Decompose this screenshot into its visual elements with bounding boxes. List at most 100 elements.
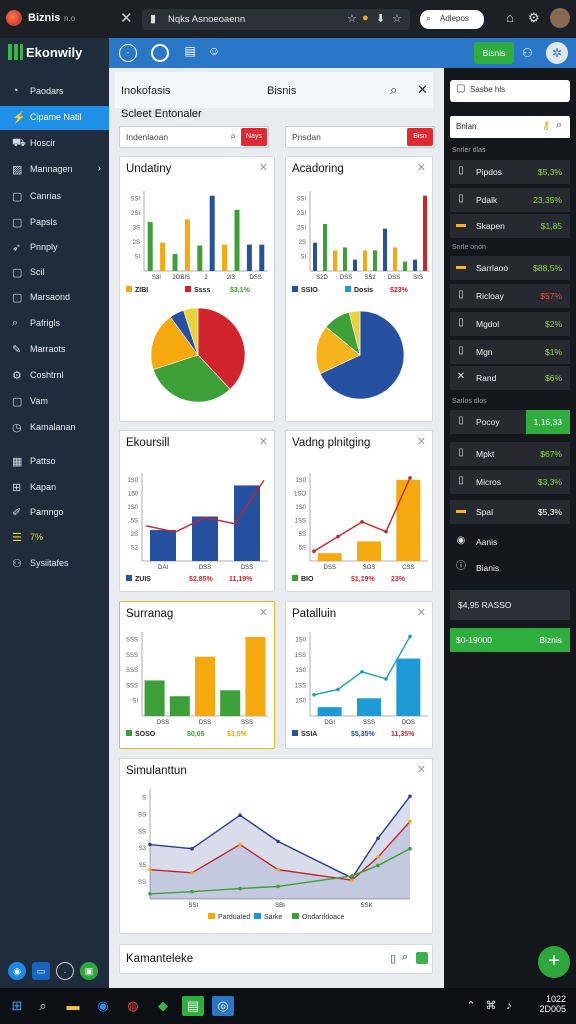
sidebar-item-15[interactable]: ⊞ Kapan [0, 476, 109, 500]
circle-icon[interactable]: · [56, 962, 74, 980]
side-list-item[interactable]: ▯ Micros $3,3% [450, 470, 570, 494]
search-icon[interactable]: ⌕ [32, 996, 54, 1016]
volume-icon[interactable]: ♪ [498, 996, 520, 1016]
globe-icon[interactable]: ◉ [8, 962, 26, 980]
sidebar-item-9[interactable]: ⌕ Pafrigls [0, 312, 109, 336]
avatar[interactable] [550, 8, 570, 28]
sidebar-item-4[interactable]: ▢ Canrias [0, 185, 109, 209]
sidebar-item-3[interactable]: ▨ Mannagen › [0, 158, 109, 182]
sidebar-item-14[interactable]: ▦ Pattso [0, 450, 109, 474]
settings-icon[interactable]: ⚙ [528, 10, 540, 26]
browser-icon[interactable]: ◎ [212, 996, 234, 1016]
user-icon[interactable]: ☺ [205, 44, 223, 62]
search-icon[interactable]: ⌕ [402, 951, 408, 964]
list-icon: ▯ [458, 165, 464, 176]
record-icon[interactable] [151, 44, 169, 62]
summary-button[interactable]: $0-19000 Biznis [450, 628, 570, 652]
side-list-item[interactable]: ▬ Spal $5,3% [450, 500, 570, 524]
chart-bar [357, 698, 381, 716]
chrome-icon[interactable]: ◍ [122, 996, 144, 1016]
search-input[interactable]: ▢ Sasbe hls [450, 80, 570, 102]
side-list-item[interactable]: ✕ Rand $6% [450, 366, 570, 390]
url-bar[interactable]: ▮ Nqks Asnoeoaenn ☆ ● ⬇ ☆ [142, 9, 410, 30]
section-label: Snrle onon [452, 244, 486, 251]
sidebar-item-label: Papsls [30, 217, 58, 227]
side-list-item[interactable]: ⓘ Bianis [450, 556, 570, 580]
sidebar-item-10[interactable]: ✎ Marraots [0, 338, 109, 362]
sidebar-item-1[interactable]: ⚡ Cipame Natil [0, 106, 109, 130]
collapsed-card[interactable]: Kamanteleke ▯ ⌕ [119, 944, 433, 974]
add-panel-icon[interactable]: ▣ [80, 962, 98, 980]
legend-swatch [126, 286, 132, 292]
chat-icon[interactable]: ▭ [32, 962, 50, 980]
sidebar-item-13[interactable]: ◷ Kamalanan [0, 416, 109, 440]
home-icon[interactable]: ⌂ [506, 10, 514, 25]
chevron-up-icon[interactable]: ⌃ [460, 996, 482, 1016]
side-item-value: $6% [544, 373, 562, 383]
clock[interactable]: 1022 2D005 [520, 994, 566, 1014]
side-list-item[interactable]: ◉ Aanis [450, 530, 570, 554]
star-icon[interactable]: ☆ [347, 12, 357, 25]
windows-start-icon[interactable]: ⊞ [6, 996, 28, 1016]
extension-icon[interactable]: ● [362, 12, 369, 24]
sidebar-item-2[interactable]: ⛟ Hoscir [0, 132, 109, 156]
speedometer-icon: ◔ [12, 85, 19, 97]
close-tab-icon[interactable]: ✕ [120, 9, 133, 27]
side-list-item[interactable]: ▯ Pipdos $5,3% [450, 160, 570, 184]
search-icon[interactable]: ⌕ [390, 82, 397, 98]
edge-icon[interactable]: ◉ [92, 996, 114, 1016]
folder-icon[interactable]: ▬ [62, 996, 84, 1016]
clock-icon[interactable]: · [119, 44, 137, 62]
side-list-item[interactable]: ▯ Mpkt $67% [450, 442, 570, 466]
y-tick-label: S2 [131, 545, 139, 551]
folder-icon: ▬ [456, 505, 466, 516]
sidebar-item-12[interactable]: ▢ Vam [0, 390, 109, 414]
spreadsheet-icon[interactable]: ▤ [182, 996, 204, 1016]
sidebar-item-18[interactable]: ⚇ Sysiitafes [0, 552, 109, 576]
filter-input-2[interactable]: Pnsdan Bisn [285, 126, 435, 148]
side-list-item[interactable]: ▯ Ricloay $57% [450, 284, 570, 308]
y-tick-label: 2S [133, 240, 140, 246]
side-item-label: Aanis [476, 537, 498, 547]
side-list-item[interactable]: ▯ Pdalk 23,35% [450, 188, 570, 212]
bookmark-icon[interactable]: ☆ [392, 12, 402, 25]
export-icon[interactable] [416, 952, 428, 964]
close-icon[interactable]: ✕ [417, 82, 428, 98]
brand[interactable]: Ekonwily [8, 44, 82, 60]
app-icon[interactable]: ◆ [152, 996, 174, 1016]
legend-label: Parduated [218, 914, 250, 921]
add-button[interactable]: + [538, 946, 570, 978]
chart-icon[interactable]: ▯ [390, 952, 396, 965]
sidebar-item-17[interactable]: ☰ 7% [0, 526, 109, 550]
document-icon[interactable]: ▤ [181, 44, 199, 62]
filter-button[interactable]: Bisn [407, 128, 433, 146]
y-tick-label: 1S0 [295, 638, 306, 644]
filter-button[interactable]: Nays [241, 128, 267, 146]
filter-field[interactable]: Bnlan ⚷ ⌕ [450, 116, 570, 138]
side-list-item[interactable]: ▬ Sarrlaoo $88,5% [450, 256, 570, 280]
users-icon[interactable]: ⚇ [522, 46, 533, 60]
y-tick-label: SS [138, 812, 146, 818]
side-list-item[interactable]: ▯ Mgn $1% [450, 340, 570, 364]
sidebar-item-11[interactable]: ⚙ Coshtrnl [0, 364, 109, 388]
side-list-item[interactable]: ▬ Skapen $1,85 [450, 214, 570, 238]
sidebar-item-7[interactable]: ▢ Scil [0, 261, 109, 285]
series-point [336, 687, 340, 692]
side-item-value: $88,5% [533, 263, 562, 273]
biznis-button[interactable]: Bisnis [474, 42, 514, 64]
combo-chart: 5S 5S 1SS 1S0 1SO 1S0 DSS SOS CSS BIO $1,19% 23% [292, 473, 428, 583]
sidebar-item-16[interactable]: ✐ Pamngo [0, 501, 109, 525]
x-tick-label: DSS [241, 565, 253, 571]
filter-input-1[interactable]: Indenlaoan ⌕ Nays [119, 126, 269, 148]
title-search-button[interactable]: ⌕ Adlepos [420, 10, 484, 29]
side-list-item[interactable]: ▯ Pocoy 1,16,33 [450, 410, 570, 434]
settings-icon[interactable]: ✲ [546, 42, 568, 64]
sidebar-item-6[interactable]: ➶ Pnnply [0, 236, 109, 260]
side-list-item[interactable]: ▯ Mgdol $2% [450, 312, 570, 336]
sidebar-item-5[interactable]: ▢ Papsls [0, 211, 109, 235]
download-icon[interactable]: ⬇ [376, 12, 385, 25]
sidebar-item-8[interactable]: ▢ Marsaond [0, 286, 109, 310]
side-item-value: $57% [540, 291, 562, 301]
legend-label: BIO [301, 576, 314, 583]
sidebar-item-0[interactable]: ◔ Paodars [0, 80, 109, 104]
